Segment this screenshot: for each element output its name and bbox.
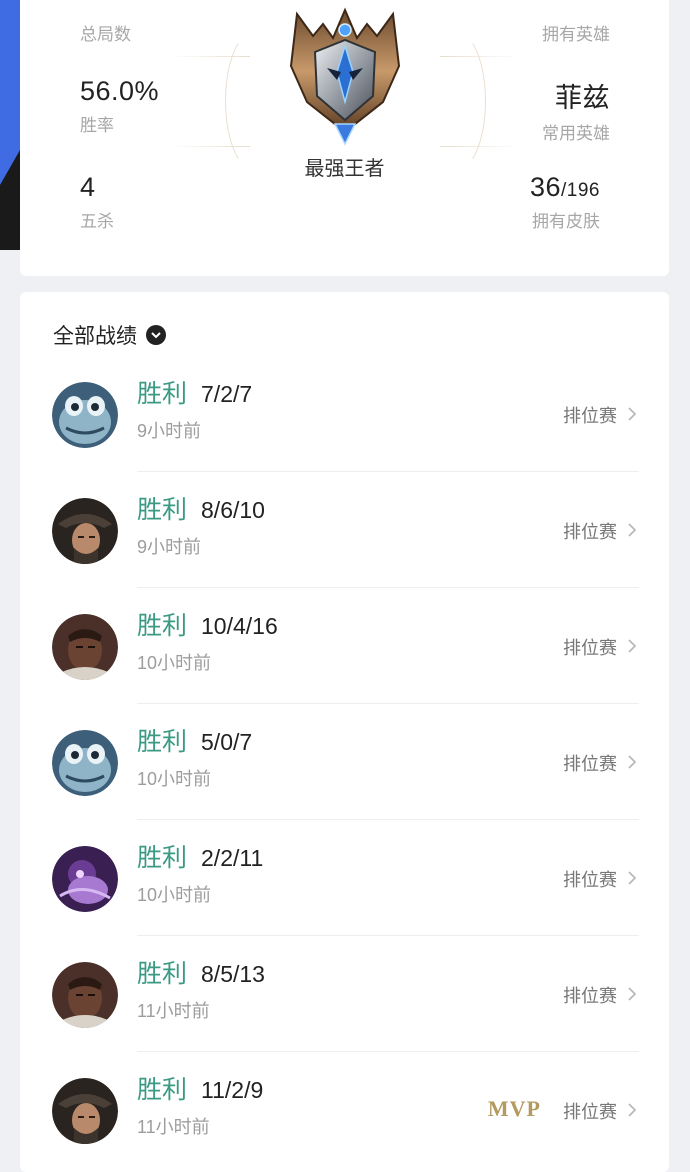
match-kda: 8/6/10 xyxy=(201,497,265,523)
win-rate-value: 56.0% xyxy=(80,76,160,106)
penta-kill-stat: 4 五杀 xyxy=(80,172,114,232)
match-result-line: 胜利 8/6/10 xyxy=(137,490,265,526)
records-filter[interactable]: 全部战绩 xyxy=(53,320,166,350)
chevron-right-icon xyxy=(628,1103,637,1117)
match-result: 胜利 xyxy=(137,380,188,408)
rank-name: 最强王者 xyxy=(304,158,385,180)
match-kda: 5/0/7 xyxy=(201,729,253,755)
records-title: 全部战绩 xyxy=(53,325,137,348)
chevron-right-icon xyxy=(628,407,637,421)
match-time: 9小时前 xyxy=(137,537,202,557)
match-mode: 排位赛 xyxy=(563,638,617,658)
match-result: 胜利 xyxy=(137,728,188,756)
skins-stat: 36/196 拥有皮肤 xyxy=(530,172,600,232)
match-time: 10小时前 xyxy=(137,885,212,905)
divider-line xyxy=(440,146,520,147)
match-result-line: 胜利 5/0/7 xyxy=(137,722,252,758)
chevron-right-icon xyxy=(628,523,637,537)
owned-heroes-stat: 拥有英雄 xyxy=(542,20,610,45)
win-rate-stat: 56.0% 胜率 xyxy=(80,76,159,136)
chevron-right-icon xyxy=(628,987,637,1001)
purple-champion-avatar xyxy=(52,846,118,912)
fizz-avatar xyxy=(52,730,118,796)
emblem-arc-right xyxy=(425,30,486,172)
player-stats-card: 总局数 56.0% 胜率 4 五杀 拥有英雄 菲兹 常用英雄 36/196 拥有… xyxy=(20,0,669,276)
win-rate-label: 胜率 xyxy=(80,116,114,135)
skins-total: /196 xyxy=(561,180,600,201)
divider-line xyxy=(170,146,250,147)
match-result: 胜利 xyxy=(137,844,188,872)
match-result: 胜利 xyxy=(137,960,188,988)
fizz-avatar xyxy=(52,382,118,448)
match-time: 11小时前 xyxy=(137,1117,210,1137)
match-mode: 排位赛 xyxy=(563,1102,617,1122)
match-kda: 11/2/9 xyxy=(201,1077,264,1103)
match-row[interactable]: 胜利 5/0/7 10小时前 排位赛 xyxy=(20,704,669,820)
match-row[interactable]: 胜利 8/6/10 9小时前 排位赛 xyxy=(20,472,669,588)
twisted-fate-avatar xyxy=(52,1078,118,1144)
match-result-line: 胜利 8/5/13 xyxy=(137,954,265,990)
match-mode: 排位赛 xyxy=(563,522,617,542)
match-mode: 排位赛 xyxy=(563,754,617,774)
match-time: 11小时前 xyxy=(137,1001,210,1021)
match-row[interactable]: 胜利 2/2/11 10小时前 排位赛 xyxy=(20,820,669,936)
match-time: 10小时前 xyxy=(137,769,212,789)
owned-heroes-label: 拥有英雄 xyxy=(542,25,610,44)
match-mode: 排位赛 xyxy=(563,986,617,1006)
match-result: 胜利 xyxy=(137,496,188,524)
main-hero-value: 菲兹 xyxy=(555,83,610,113)
divider-line xyxy=(170,56,250,57)
chevron-right-icon xyxy=(628,639,637,653)
chevron-right-icon xyxy=(628,871,637,885)
match-result-line: 胜利 11/2/9 xyxy=(137,1070,263,1106)
lucian-avatar xyxy=(52,962,118,1028)
match-kda: 7/2/7 xyxy=(201,381,253,407)
match-result-line: 胜利 7/2/7 xyxy=(137,374,252,410)
match-row[interactable]: 胜利 8/5/13 11小时前 排位赛 xyxy=(20,936,669,1052)
lucian-avatar xyxy=(52,614,118,680)
match-time: 9小时前 xyxy=(137,421,202,441)
main-hero-stat: 菲兹 常用英雄 xyxy=(542,76,610,144)
match-time: 10小时前 xyxy=(137,653,212,673)
chevron-down-circle-icon xyxy=(146,325,166,345)
match-kda: 8/5/13 xyxy=(201,961,265,987)
skins-label: 拥有皮肤 xyxy=(532,212,600,231)
mvp-badge: MVP xyxy=(487,1096,541,1121)
match-row[interactable]: 胜利 10/4/16 10小时前 排位赛 xyxy=(20,588,669,704)
total-games-stat: 总局数 xyxy=(80,20,131,45)
match-mode: 排位赛 xyxy=(563,406,617,426)
main-hero-label: 常用英雄 xyxy=(542,124,610,143)
match-records-card: 全部战绩 胜利 7/2/7 9小时前 排位赛 胜利 8/6/10 9小时前 排位赛 胜利 10/4… xyxy=(20,292,669,1172)
match-kda: 2/2/11 xyxy=(201,845,264,871)
match-result: 胜利 xyxy=(137,1076,188,1104)
divider-line xyxy=(440,56,520,57)
emblem-arc-left xyxy=(225,30,286,172)
match-result: 胜利 xyxy=(137,612,188,640)
match-row[interactable]: 胜利 7/2/7 9小时前 排位赛 xyxy=(20,356,669,472)
challenger-emblem-icon xyxy=(289,7,401,146)
match-kda: 10/4/16 xyxy=(201,613,278,639)
total-games-label: 总局数 xyxy=(80,25,131,44)
match-mode: 排位赛 xyxy=(563,870,617,890)
chevron-right-icon xyxy=(628,755,637,769)
twisted-fate-avatar xyxy=(52,498,118,564)
match-row[interactable]: 胜利 11/2/9 11小时前 MVP 排位赛 xyxy=(20,1052,669,1168)
penta-kill-label: 五杀 xyxy=(80,212,114,231)
match-result-line: 胜利 2/2/11 xyxy=(137,838,263,874)
match-result-line: 胜利 10/4/16 xyxy=(137,606,278,642)
